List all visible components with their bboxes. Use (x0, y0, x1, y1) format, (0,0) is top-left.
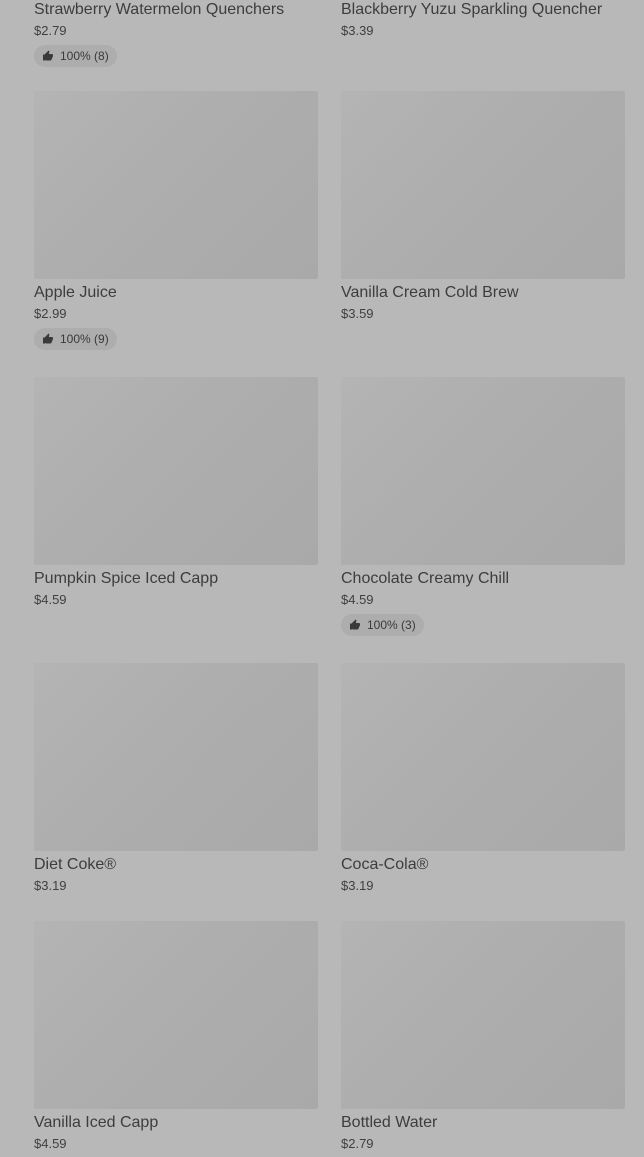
rating-text: 100% (3) (367, 618, 416, 632)
rating-badge: 100% (8) (34, 45, 117, 67)
product-image (34, 921, 318, 1109)
thumbs-up-icon (42, 50, 54, 62)
product-card[interactable]: Apple Juice $2.99 100% (9) (34, 91, 318, 350)
product-image (34, 91, 318, 279)
product-card[interactable]: Chocolate Creamy Chill $4.59 100% (3) (341, 377, 625, 636)
product-card[interactable]: Pumpkin Spice Iced Capp $4.59 (34, 377, 318, 608)
product-price: $3.39 (341, 23, 374, 38)
product-name: Diet Coke® (34, 856, 117, 873)
product-card[interactable]: Vanilla Cream Cold Brew $3.59 (341, 91, 625, 322)
product-name: Vanilla Iced Capp (34, 1114, 159, 1131)
product-image (341, 91, 625, 279)
product-image (34, 663, 318, 851)
product-name: Chocolate Creamy Chill (341, 570, 510, 587)
product-price: $3.59 (341, 306, 374, 321)
product-name: Vanilla Cream Cold Brew (341, 284, 519, 301)
thumbs-up-icon (349, 619, 361, 631)
product-name: Pumpkin Spice Iced Capp (34, 570, 219, 587)
product-name: Apple Juice (34, 284, 117, 301)
product-price: $4.59 (341, 592, 374, 607)
rating-badge: 100% (9) (34, 328, 117, 350)
product-card[interactable]: Blackberry Yuzu Sparkling Quencher $3.39 (341, 0, 625, 39)
product-card[interactable]: Coca-Cola® $3.19 (341, 663, 625, 894)
rating-text: 100% (8) (60, 49, 109, 63)
product-card[interactable]: Vanilla Iced Capp $4.59 (34, 921, 318, 1152)
product-price: $2.79 (34, 23, 67, 38)
product-card[interactable]: Bottled Water $2.79 (341, 921, 625, 1152)
product-price: $3.19 (341, 878, 374, 893)
rating-text: 100% (9) (60, 332, 109, 346)
product-price: $4.59 (34, 592, 67, 607)
product-name: Blackberry Yuzu Sparkling Quencher (341, 1, 603, 18)
product-name: Coca-Cola® (341, 856, 429, 873)
product-price: $3.19 (34, 878, 67, 893)
product-image (341, 377, 625, 565)
product-card[interactable]: Diet Coke® $3.19 (34, 663, 318, 894)
thumbs-up-icon (42, 333, 54, 345)
product-card[interactable]: Strawberry Watermelon Quenchers $2.79 10… (34, 0, 318, 67)
product-name: Bottled Water (341, 1114, 438, 1131)
rating-badge: 100% (3) (341, 614, 424, 636)
product-image (34, 377, 318, 565)
product-price: $2.79 (341, 1136, 374, 1151)
product-price: $2.99 (34, 306, 67, 321)
product-price: $4.59 (34, 1136, 67, 1151)
product-name: Strawberry Watermelon Quenchers (34, 1, 285, 18)
product-image (341, 663, 625, 851)
product-image (341, 921, 625, 1109)
